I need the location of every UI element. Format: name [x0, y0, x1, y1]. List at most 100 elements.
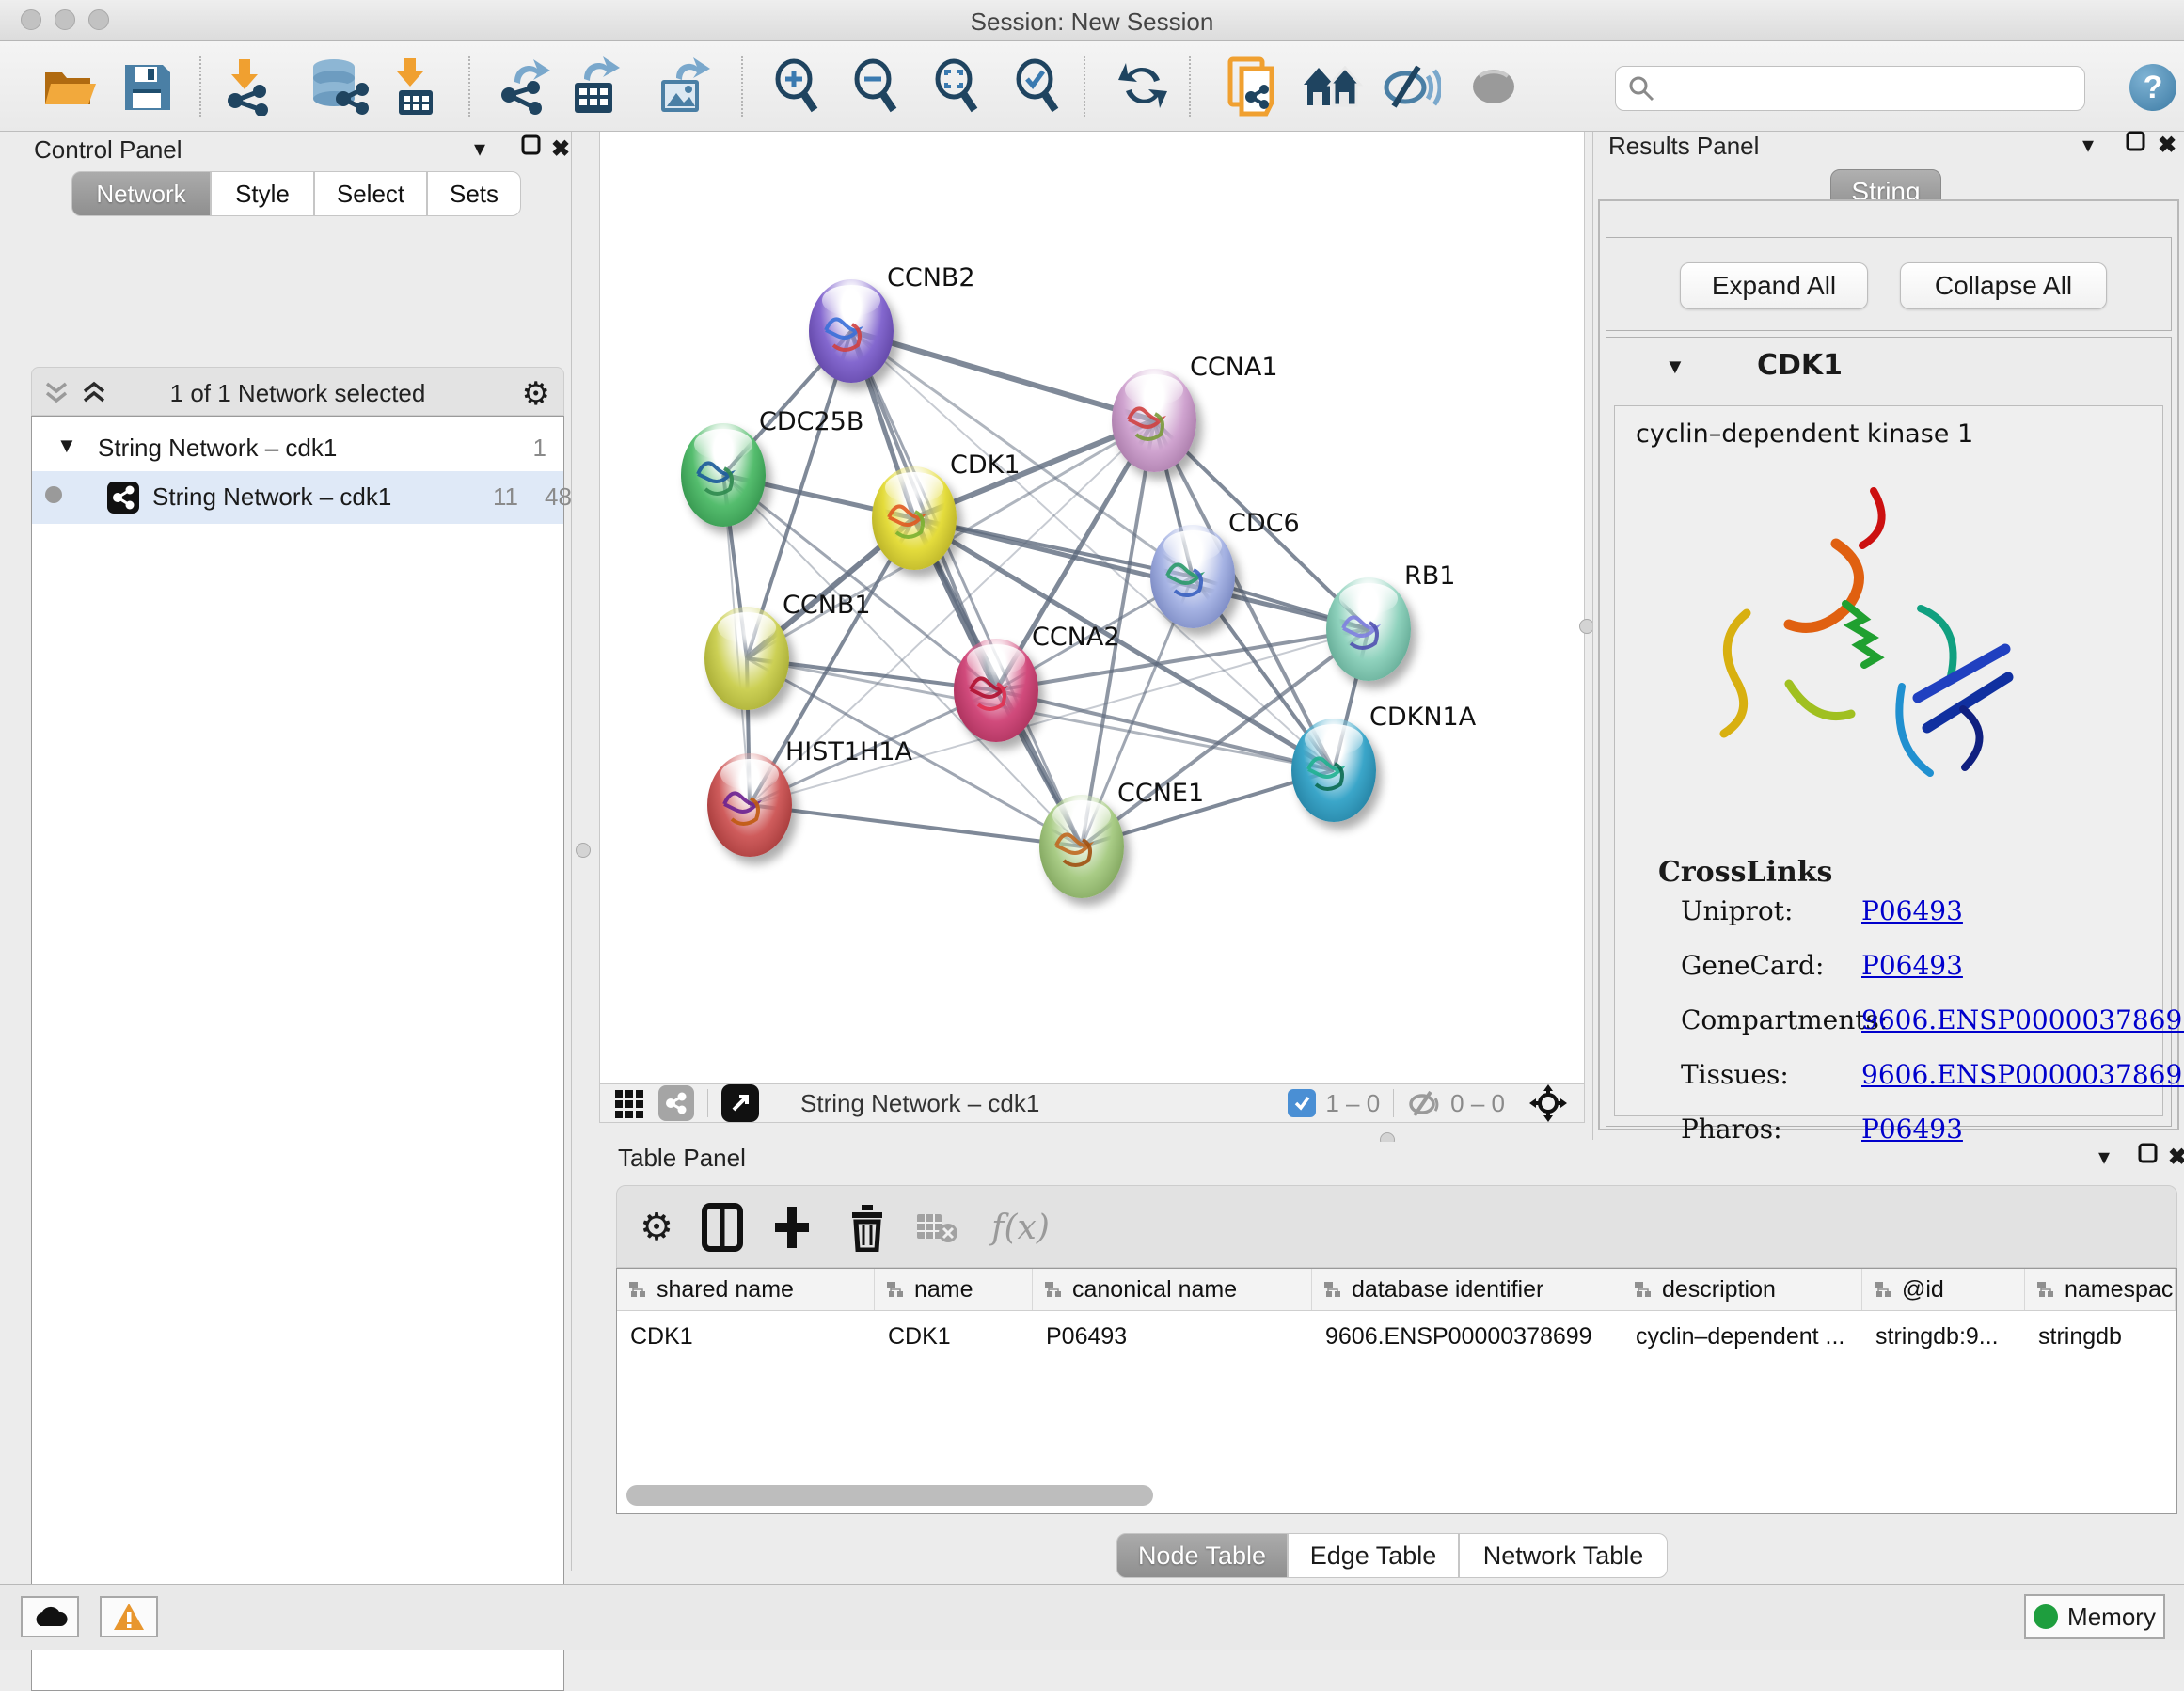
delete-column-trash-icon[interactable]	[843, 1203, 892, 1252]
network-node-cdc25b[interactable]	[681, 423, 766, 527]
scrollbar-thumb[interactable]	[626, 1485, 1153, 1506]
save-floppy-icon	[121, 61, 172, 112]
eye-slash-icon	[1381, 59, 1441, 114]
tab-style[interactable]: Style	[211, 171, 314, 216]
network-options-gear-icon[interactable]: ⚙	[522, 375, 550, 413]
search-input[interactable]	[1665, 74, 2069, 103]
tree-expand-triangle-icon[interactable]: ▼	[56, 434, 77, 458]
import-network-from-database-button[interactable]	[305, 53, 372, 120]
warning-icon	[112, 1602, 146, 1632]
table-cell[interactable]: stringdb:9...	[1862, 1318, 2025, 1355]
table-cell[interactable]: 9606.ENSP00000378699	[1312, 1318, 1622, 1355]
create-column-icon[interactable]	[768, 1203, 816, 1252]
table-cell[interactable]: CDK1	[875, 1318, 1033, 1355]
column-header-canonical-name[interactable]: canonical name	[1033, 1269, 1312, 1310]
table-options-gear-icon[interactable]: ⚙	[632, 1203, 681, 1252]
panel-collapse-icon[interactable]: ▾	[2082, 132, 2094, 159]
panel-float-icon[interactable]	[521, 134, 542, 163]
crosslink-row: Tissues: 9606.ENSP00000378699	[1615, 1059, 2162, 1114]
tab-sets[interactable]: Sets	[427, 171, 521, 216]
panel-close-icon[interactable]: ✖	[551, 135, 570, 163]
network-node-ccnb1[interactable]	[704, 607, 789, 710]
column-header-namespac[interactable]: namespac	[2025, 1269, 2176, 1310]
panel-float-icon[interactable]	[2126, 130, 2146, 159]
show-all-button[interactable]	[1460, 53, 1527, 120]
panel-collapse-icon[interactable]: ▾	[474, 135, 485, 163]
column-type-icon	[1044, 1281, 1063, 1298]
zoom-selected-button[interactable]	[1005, 53, 1072, 120]
export-network-button[interactable]	[489, 53, 557, 120]
horizontal-scrollbar[interactable]	[623, 1485, 2173, 1506]
network-view-canvas[interactable]: CCNB2 CCNA1 CDC25B CDK1 CDC6 RB1CCNB1 CC…	[599, 132, 1585, 1083]
column-type-icon	[628, 1281, 647, 1298]
tab-node-table[interactable]: Node Table	[1116, 1533, 1288, 1578]
cloud-status-button[interactable]	[21, 1596, 79, 1637]
hide-selected-button[interactable]	[1377, 53, 1445, 120]
crosslink-link[interactable]: 9606.ENSP00000378699	[1861, 1059, 2184, 1090]
network-node-cdkn1a[interactable]	[1291, 719, 1376, 822]
tab-network-table[interactable]: Network Table	[1459, 1533, 1668, 1578]
birds-eye-view-icon[interactable]	[721, 1084, 759, 1122]
show-columns-icon[interactable]	[698, 1203, 747, 1252]
zoom-out-button[interactable]	[843, 53, 910, 120]
pan-crosshair-icon[interactable]	[1527, 1083, 1569, 1124]
grid-view-icon[interactable]	[613, 1086, 647, 1120]
network-node-cdk1[interactable]	[872, 466, 957, 570]
panel-close-icon[interactable]: ✖	[2158, 132, 2176, 159]
crosslink-link[interactable]: P06493	[1861, 1114, 1963, 1145]
selected-checkbox-icon[interactable]	[1288, 1089, 1316, 1117]
tab-network[interactable]: Network	[71, 171, 211, 216]
zoom-fit-button[interactable]	[924, 53, 991, 120]
network-share-view-icon[interactable]	[658, 1085, 694, 1121]
column-type-icon	[2036, 1281, 2055, 1298]
table-cell[interactable]: stringdb	[2025, 1318, 2176, 1355]
apply-layout-button[interactable]	[1110, 53, 1178, 120]
column-header-shared-name[interactable]: shared name	[617, 1269, 875, 1310]
export-image-button[interactable]	[651, 53, 719, 120]
memory-button[interactable]: Memory	[2024, 1594, 2165, 1639]
network-collection-row[interactable]: ▼ String Network – cdk1 1	[32, 422, 563, 475]
control-panel: Control Panel ▾ ✖ Network Style Select S…	[8, 132, 572, 1571]
network-node-ccne1[interactable]	[1039, 795, 1124, 898]
table-cell[interactable]: P06493	[1033, 1318, 1312, 1355]
node-attribute-table[interactable]: shared name name canonical name database…	[616, 1268, 2177, 1514]
network-node-rb1[interactable]	[1326, 577, 1411, 681]
node-gloss-highlight	[718, 612, 775, 643]
network-row[interactable]: String Network – cdk1 11 48	[32, 471, 563, 524]
help-button[interactable]: ?	[2129, 64, 2176, 111]
column-header--id[interactable]: @id	[1862, 1269, 2025, 1310]
expand-all-button[interactable]: Expand All	[1680, 262, 1868, 309]
warning-status-button[interactable]	[100, 1596, 158, 1637]
crosslink-link[interactable]: P06493	[1861, 895, 1963, 926]
zoom-in-button[interactable]	[764, 53, 831, 120]
network-node-cdc6[interactable]	[1150, 525, 1235, 628]
import-table-button[interactable]	[380, 53, 448, 120]
column-header-description[interactable]: description	[1622, 1269, 1862, 1310]
column-header-database-identifier[interactable]: database identifier	[1312, 1269, 1622, 1310]
save-session-button[interactable]	[113, 53, 181, 120]
open-session-button[interactable]	[36, 53, 103, 120]
collapse-all-button[interactable]: Collapse All	[1900, 262, 2107, 309]
crosslink-link[interactable]: P06493	[1861, 950, 1963, 981]
network-node-hist1h1a[interactable]	[707, 753, 792, 857]
table-cell[interactable]: cyclin–dependent ...	[1622, 1318, 1862, 1355]
section-collapse-triangle-icon[interactable]: ▼	[1665, 355, 1685, 379]
panel-float-icon[interactable]	[2138, 1142, 2159, 1171]
first-neighbors-button[interactable]	[1300, 53, 1368, 120]
network-node-ccna2[interactable]	[954, 639, 1038, 742]
table-cell[interactable]: CDK1	[617, 1318, 875, 1355]
network-node-ccnb2[interactable]	[809, 279, 894, 383]
network-node-ccna1[interactable]	[1112, 369, 1196, 472]
new-network-from-selection-button[interactable]	[1219, 53, 1287, 120]
crosslink-link[interactable]: 9606.ENSP00000378699	[1861, 1004, 2184, 1035]
left-splitter-handle[interactable]	[576, 843, 591, 858]
tab-select[interactable]: Select	[314, 171, 427, 216]
import-network-button[interactable]	[214, 53, 282, 120]
tab-edge-table[interactable]: Edge Table	[1288, 1533, 1459, 1578]
column-header-name[interactable]: name	[875, 1269, 1033, 1310]
export-table-button[interactable]	[562, 53, 630, 120]
panel-close-icon[interactable]: ✖	[2168, 1144, 2184, 1171]
crosslink-label: Tissues:	[1681, 1059, 1789, 1090]
panel-collapse-icon[interactable]: ▾	[2098, 1144, 2110, 1171]
network-edge-count: 48	[545, 482, 572, 512]
